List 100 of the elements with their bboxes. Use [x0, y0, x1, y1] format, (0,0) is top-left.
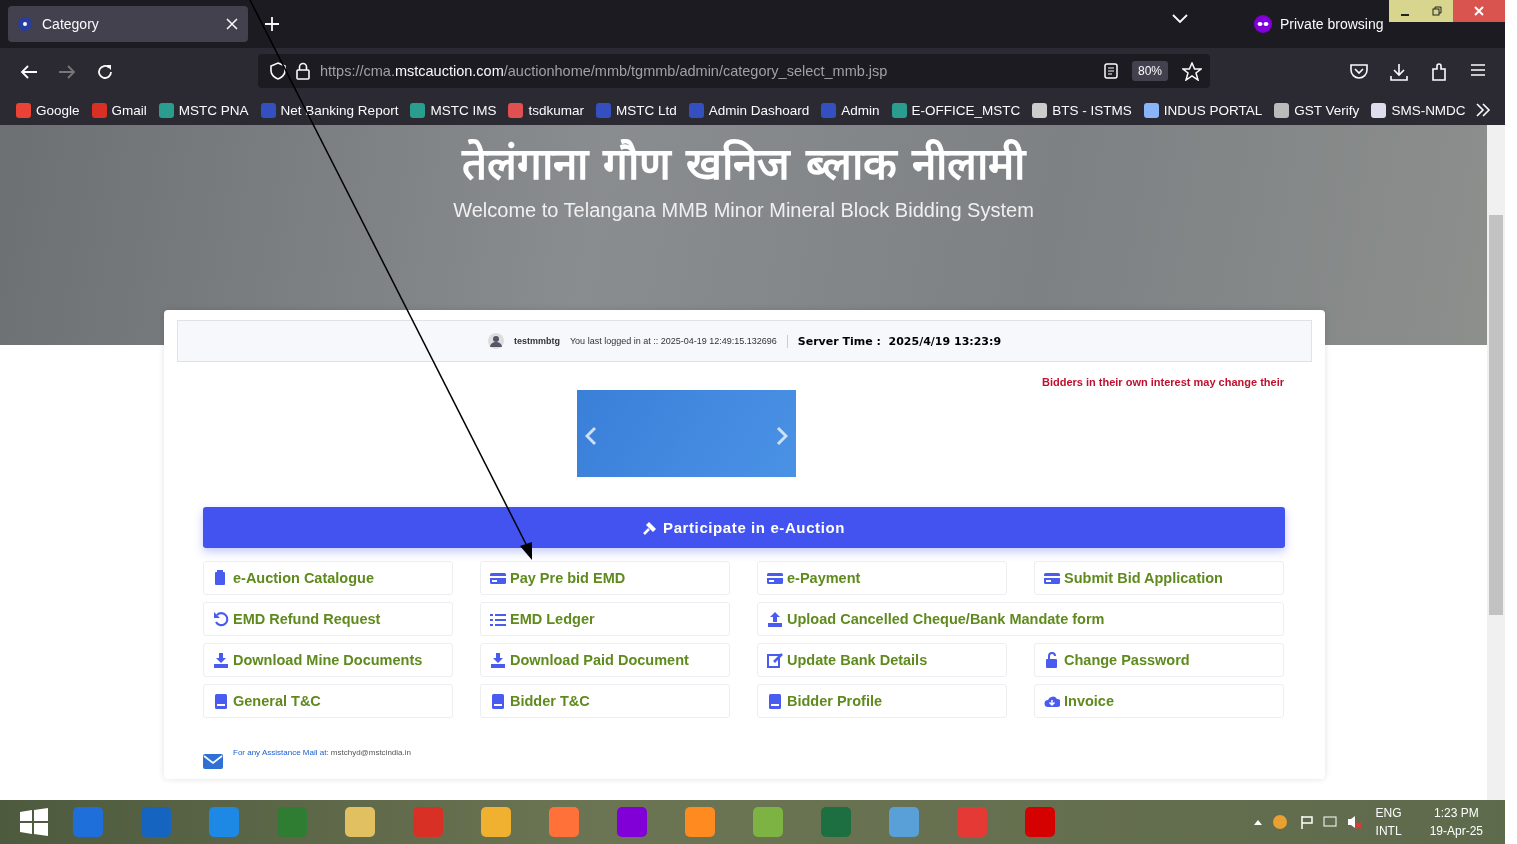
- bookmark-icon: [1032, 102, 1048, 118]
- menu-tile[interactable]: General T&C: [203, 684, 453, 718]
- menu-tile[interactable]: Download Mine Documents: [203, 643, 453, 677]
- menu-tile[interactable]: Change Password: [1034, 643, 1284, 677]
- windows-logo-icon[interactable]: [20, 808, 48, 836]
- document-icon: [490, 693, 506, 709]
- download-icon[interactable]: [1390, 62, 1408, 81]
- credit-card-icon: [1044, 570, 1060, 586]
- taskbar-app-icon[interactable]: [752, 806, 784, 838]
- bookmark-icon: [91, 102, 107, 118]
- bookmark-star-icon[interactable]: [1182, 61, 1202, 81]
- back-icon[interactable]: [20, 63, 38, 80]
- new-tab-icon[interactable]: [264, 16, 280, 32]
- download-icon: [213, 652, 229, 668]
- zoom-level-button[interactable]: 80%: [1131, 61, 1168, 81]
- bookmark-item[interactable]: Net Banking Report: [260, 102, 399, 118]
- pocket-icon[interactable]: [1350, 62, 1368, 79]
- undo-arrow-icon: [213, 611, 229, 627]
- edit-icon: [767, 652, 783, 668]
- close-icon[interactable]: [226, 18, 238, 30]
- menu-tile[interactable]: Upload Cancelled Cheque/Bank Mandate form: [757, 602, 1284, 636]
- bookmark-icon: [688, 102, 704, 118]
- document-icon: [767, 693, 783, 709]
- browser-tab[interactable]: Category: [8, 6, 248, 42]
- bookmark-item[interactable]: Google: [16, 102, 80, 118]
- bookmark-item[interactable]: MSTC PNA: [158, 102, 249, 118]
- bookmark-item[interactable]: SMS-NMDC: [1371, 102, 1466, 118]
- menu-icon[interactable]: [1470, 62, 1486, 77]
- notice-text: Bidders in their own interest may change their: [1041, 376, 1284, 388]
- unlock-icon: [1044, 652, 1060, 668]
- bookmark-icon: [1143, 102, 1159, 118]
- reader-view-icon[interactable]: [1104, 63, 1118, 79]
- bookmark-item[interactable]: MSTC Ltd: [595, 102, 677, 118]
- bookmark-item[interactable]: E-OFFICE_MSTC: [891, 102, 1021, 118]
- document-icon: [213, 693, 229, 709]
- menu-tile[interactable]: EMD Refund Request: [203, 602, 453, 636]
- chevron-right-icon[interactable]: [776, 426, 788, 446]
- scrollbar[interactable]: [1487, 125, 1505, 800]
- bookmark-icon: [158, 102, 174, 118]
- menu-tile[interactable]: Bidder Profile: [757, 684, 1007, 718]
- site-icon: [18, 17, 32, 31]
- address-bar[interactable]: https://cma.mstcauction.com/auctionhome/mmb/tgmmb/admin/category_select_mmb.jsp 80%: [258, 54, 1210, 88]
- page-title: तेलंगाना गौण खनिज ब्लाक नीलामी: [461, 137, 1026, 191]
- bookmark-icon: [16, 102, 31, 118]
- list-icon: [490, 611, 506, 627]
- bookmark-item[interactable]: MSTC IMS: [410, 102, 497, 118]
- clock-date[interactable]: 19-Apr-25: [1429, 822, 1483, 840]
- bookmark-item[interactable]: INDUS PORTAL: [1143, 102, 1263, 118]
- mask-icon: [1254, 15, 1272, 33]
- keyboard-layout[interactable]: INTL: [1375, 822, 1402, 840]
- chevron-double-right-icon[interactable]: [1475, 103, 1491, 117]
- username: testmmbtg: [513, 336, 560, 346]
- menu-tile[interactable]: Pay Pre bid EMD: [480, 561, 730, 595]
- menu-tile[interactable]: e-Payment: [757, 561, 1007, 595]
- reload-icon[interactable]: [96, 62, 114, 81]
- welcome-subtitle: Welcome to Telangana MMB Minor Mineral Block Bidding System: [453, 199, 1034, 222]
- bookmark-icon: [1371, 102, 1387, 118]
- participate-button[interactable]: Participate in e-Auction: [203, 507, 1285, 548]
- language-indicator[interactable]: ENG: [1375, 804, 1402, 822]
- tab-title: Category: [42, 16, 100, 32]
- credit-card-icon: [490, 570, 506, 586]
- bookmark-icon: [821, 102, 837, 118]
- bookmark-icon: [260, 102, 276, 118]
- credit-card-icon: [767, 570, 783, 586]
- clock-time[interactable]: 1:23 PM: [1433, 804, 1479, 822]
- menu-tile[interactable]: e-Auction Catalogue: [203, 561, 453, 595]
- taskbar-app-icon[interactable]: [888, 806, 920, 838]
- chevron-down-icon[interactable]: [1172, 14, 1188, 24]
- chevron-left-icon[interactable]: [585, 426, 597, 446]
- menu-tile[interactable]: Invoice: [1034, 684, 1284, 718]
- forward-icon[interactable]: [58, 63, 76, 80]
- bookmark-item[interactable]: tsdkumar: [508, 102, 584, 118]
- taskbar-app-icon[interactable]: [548, 806, 580, 838]
- taskbar-app-icon[interactable]: [480, 806, 512, 838]
- taskbar-app-icon[interactable]: [208, 806, 240, 838]
- taskbar-app-icon[interactable]: [344, 806, 376, 838]
- menu-tile[interactable]: EMD Ledger: [480, 602, 730, 636]
- menu-tile[interactable]: Bidder T&C: [480, 684, 730, 718]
- bookmark-icon: [410, 102, 426, 118]
- bookmark-item[interactable]: Admin: [821, 102, 880, 118]
- server-time: Server Time : 2025/4/19 13:23:9: [786, 334, 1002, 348]
- menu-tile[interactable]: Submit Bid Application: [1034, 561, 1284, 595]
- bookmark-item[interactable]: Admin Dashoard: [688, 102, 810, 118]
- bookmark-item[interactable]: BTS - ISTMS: [1032, 102, 1132, 118]
- bookmark-item[interactable]: GST Verify: [1274, 102, 1360, 118]
- minimize-button[interactable]: [1389, 0, 1421, 22]
- bookmark-icon: [508, 102, 524, 118]
- menu-tile[interactable]: Update Bank Details: [757, 643, 1007, 677]
- download-icon: [490, 652, 506, 668]
- upload-icon: [767, 611, 783, 627]
- taskbar-app-icon[interactable]: [684, 806, 716, 838]
- bookmark-icon: [595, 102, 611, 118]
- close-window-button[interactable]: [1453, 0, 1505, 22]
- bookmark-icon: [1274, 102, 1290, 118]
- extensions-icon[interactable]: [1430, 62, 1448, 81]
- last-login-text: You last logged in at :: 2025-04-19 12:49:15.132696: [569, 336, 777, 346]
- gavel-icon: [643, 520, 658, 535]
- tray-icons-drawing[interactable]: [1251, 814, 1362, 830]
- menu-tile[interactable]: Download Paid Document: [480, 643, 730, 677]
- bookmark-item[interactable]: Gmail: [91, 102, 147, 118]
